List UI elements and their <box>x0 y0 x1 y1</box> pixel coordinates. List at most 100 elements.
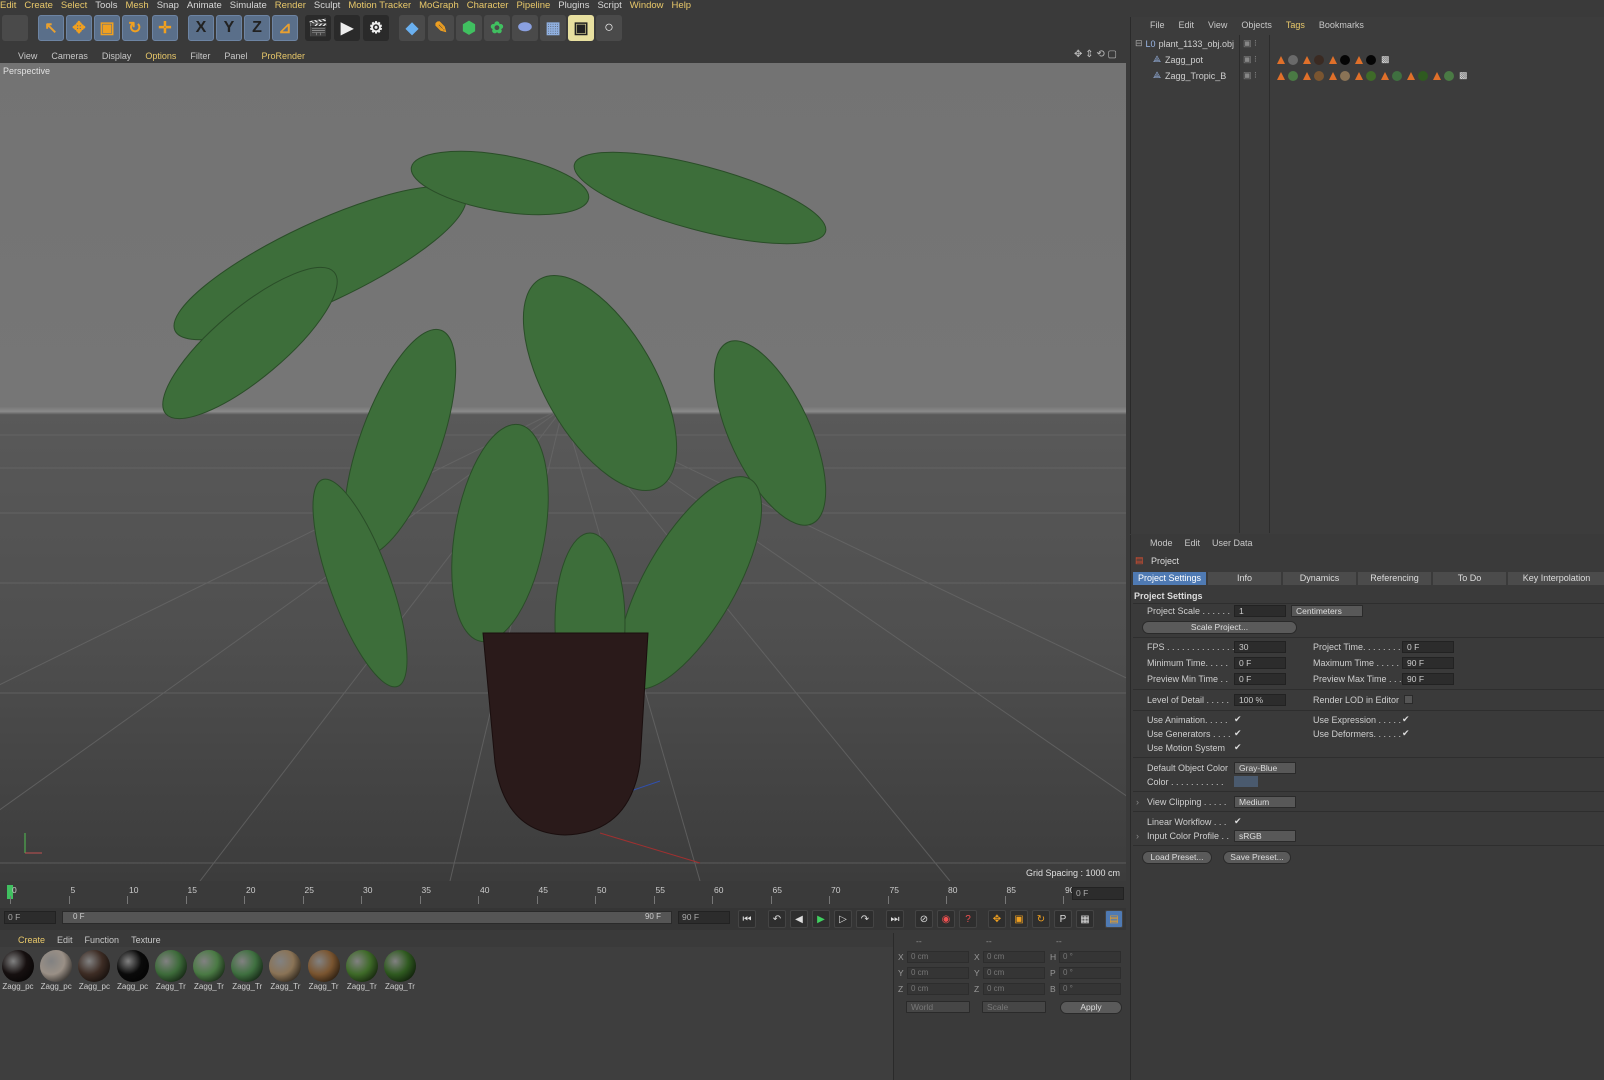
coord-world-dropdown[interactable]: World <box>906 1001 970 1013</box>
floor-icon[interactable]: ▦ <box>540 15 566 41</box>
visibility-toggles-pot[interactable]: ▣ ⁝ <box>1243 52 1257 67</box>
use-expression-checkbox[interactable]: ✔ <box>1402 715 1411 724</box>
coord-rotation-field[interactable]: 0 ° <box>1059 983 1121 995</box>
material-swatch[interactable]: Zagg_pc <box>39 950 73 991</box>
obj-menu-edit[interactable]: Edit <box>1179 20 1195 30</box>
timeline-start-field[interactable]: 0 F <box>4 911 56 924</box>
attr-menu-user-data[interactable]: User Data <box>1212 538 1253 548</box>
material-swatch[interactable]: Zagg_Tr <box>268 950 302 991</box>
recent-tool-icon[interactable]: ✛ <box>152 15 178 41</box>
timeline-window-icon[interactable]: ▤ <box>1105 910 1123 928</box>
menu-tools[interactable]: Tools <box>95 0 125 11</box>
phong-tag-icon[interactable] <box>1407 71 1415 80</box>
material-swatch[interactable]: Zagg_Tr <box>154 950 188 991</box>
pen-spline-icon[interactable]: ✎ <box>428 15 454 41</box>
rotate-tool-icon[interactable]: ↻ <box>122 15 148 41</box>
viewport-menu-options[interactable]: Options <box>145 51 176 61</box>
material-swatch[interactable]: Zagg_pc <box>1 950 35 991</box>
menu-window[interactable]: Window <box>630 0 672 11</box>
lod-field[interactable]: 100 % <box>1234 694 1286 706</box>
tab-info[interactable]: Info <box>1208 572 1281 585</box>
prev-key-icon[interactable]: ↶ <box>768 910 786 928</box>
max-time-field[interactable]: 90 F <box>1402 657 1454 669</box>
phong-tag-icon[interactable] <box>1433 71 1441 80</box>
menu-character[interactable]: Character <box>467 0 517 11</box>
phong-tag-icon[interactable] <box>1277 55 1285 64</box>
mat-menu-function[interactable]: Function <box>85 935 120 945</box>
tab-key-interpolation[interactable]: Key Interpolation <box>1508 572 1604 585</box>
material-swatch[interactable]: Zagg_pc <box>116 950 150 991</box>
coord-rotation-field[interactable]: 0 ° <box>1059 967 1121 979</box>
material-tag-icon[interactable] <box>1288 54 1298 65</box>
viewport-menu-filter[interactable]: Filter <box>190 51 210 61</box>
collapse-icon[interactable]: ⊟ <box>1135 38 1143 49</box>
cube-primitive-icon[interactable]: ◆ <box>399 15 425 41</box>
object-row-pot[interactable]: ⟁ Zagg_pot <box>1153 52 1203 67</box>
material-swatch[interactable]: Zagg_Tr <box>192 950 226 991</box>
timeline-end-field[interactable]: 90 F <box>678 911 730 924</box>
phong-tag-icon[interactable] <box>1277 71 1285 80</box>
coordinate-system-icon[interactable]: ⊿ <box>272 15 298 41</box>
phong-tag-icon[interactable] <box>1355 71 1363 80</box>
y-axis-lock-button[interactable]: Y <box>216 15 242 41</box>
min-time-field[interactable]: 0 F <box>1234 657 1286 669</box>
mat-menu-texture[interactable]: Texture <box>131 935 161 945</box>
viewport-nav-icons[interactable]: ✥ ⇕ ⟲ ▢ <box>1074 49 1117 60</box>
menu-plugins[interactable]: Plugins <box>558 0 597 11</box>
material-swatch[interactable]: Zagg_Tr <box>307 950 341 991</box>
3d-viewport[interactable] <box>0 63 1126 881</box>
coord-size-field[interactable]: 0 cm <box>983 951 1045 963</box>
current-frame-field[interactable]: 0 F <box>1072 887 1124 900</box>
menu-mograph[interactable]: MoGraph <box>419 0 467 11</box>
key-scale-icon[interactable]: ▣ <box>1010 910 1028 928</box>
material-tag-icon[interactable] <box>1392 70 1402 81</box>
play-icon[interactable]: ▶ <box>812 910 830 928</box>
object-row-tropic[interactable]: ⟁ Zagg_Tropic_B <box>1153 68 1226 83</box>
material-tag-icon[interactable] <box>1314 54 1324 65</box>
viewport-menu-panel[interactable]: Panel <box>224 51 247 61</box>
menu-animate[interactable]: Animate <box>187 0 230 11</box>
expand-arrow-icon[interactable]: › <box>1136 797 1139 807</box>
key-parameter-icon[interactable]: P <box>1054 910 1072 928</box>
prev-frame-icon[interactable]: ◀ <box>790 910 808 928</box>
tab-referencing[interactable]: Referencing <box>1358 572 1431 585</box>
phong-tag-icon[interactable] <box>1303 71 1311 80</box>
material-swatch[interactable]: Zagg_pc <box>77 950 111 991</box>
keyframe-selection-icon[interactable]: ? <box>959 910 977 928</box>
x-axis-lock-button[interactable]: X <box>188 15 214 41</box>
menu-mesh[interactable]: Mesh <box>125 0 156 11</box>
coord-size-field[interactable]: 0 cm <box>983 983 1045 995</box>
menu-create[interactable]: Create <box>24 0 61 11</box>
object-row-root[interactable]: ⊟ L0 plant_1133_obj.obj <box>1135 36 1234 51</box>
menu-help[interactable]: Help <box>672 0 700 11</box>
deformer-icon[interactable]: ⬬ <box>512 15 538 41</box>
default-object-color-dropdown[interactable]: Gray-Blue <box>1234 762 1296 774</box>
phong-tag-icon[interactable] <box>1381 71 1389 80</box>
mat-menu-edit[interactable]: Edit <box>57 935 73 945</box>
viewport-menu-display[interactable]: Display <box>102 51 132 61</box>
tab-project-settings[interactable]: Project Settings <box>1133 572 1206 585</box>
phong-tag-icon[interactable] <box>1355 55 1363 64</box>
menu-snap[interactable]: Snap <box>157 0 187 11</box>
menu-simulate[interactable]: Simulate <box>230 0 275 11</box>
key-pla-icon[interactable]: ▦ <box>1076 910 1094 928</box>
use-generators-checkbox[interactable]: ✔ <box>1234 729 1243 738</box>
material-tag-icon[interactable] <box>1418 70 1428 81</box>
tags-tropic[interactable]: ▩ <box>1277 68 1468 83</box>
coord-position-field[interactable]: 0 cm <box>907 951 969 963</box>
coord-scale-dropdown[interactable]: Scale <box>982 1001 1046 1013</box>
timeline-range-slider[interactable]: 0 F 90 F <box>62 911 672 924</box>
render-view-icon[interactable]: 🎬 <box>305 15 331 41</box>
coord-apply-button[interactable]: Apply <box>1060 1001 1122 1014</box>
project-scale-unit-dropdown[interactable]: Centimeters <box>1291 605 1363 617</box>
material-swatch[interactable]: Zagg_Tr <box>345 950 379 991</box>
material-tag-icon[interactable] <box>1288 70 1298 81</box>
camera-icon[interactable]: ▣ <box>568 15 594 41</box>
subdivision-icon[interactable]: ⬢ <box>456 15 482 41</box>
tags-pot[interactable]: ▩ <box>1277 52 1390 67</box>
view-clipping-dropdown[interactable]: Medium <box>1234 796 1296 808</box>
menu-motion-tracker[interactable]: Motion Tracker <box>348 0 419 11</box>
material-swatch[interactable]: Zagg_Tr <box>383 950 417 991</box>
render-picture-viewer-icon[interactable]: ▶ <box>334 15 360 41</box>
render-lod-checkbox[interactable] <box>1404 695 1413 704</box>
